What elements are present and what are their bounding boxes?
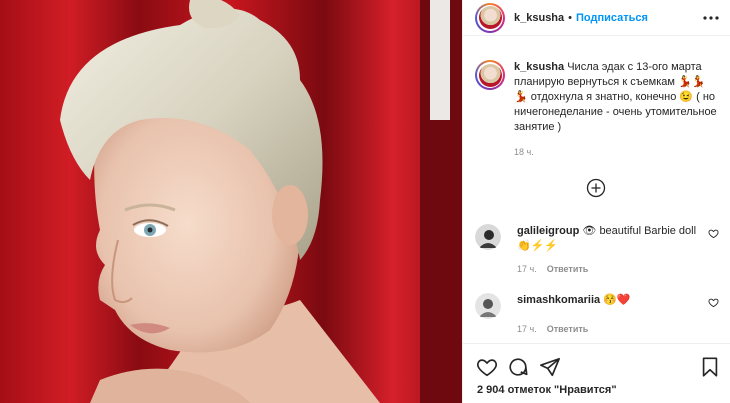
- comment-time: 17 ч.: [517, 324, 537, 334]
- post-photo[interactable]: [0, 0, 462, 403]
- bookmark-icon[interactable]: [699, 356, 721, 378]
- post-caption: k_ksusha Числа эдак с 13-ого марта плани…: [475, 60, 719, 160]
- author-username[interactable]: k_ksusha: [514, 12, 564, 24]
- caption-timestamp[interactable]: 18 ч.: [514, 145, 719, 160]
- load-more-comments-button[interactable]: [586, 178, 606, 198]
- comment-text: beautiful Barbie doll: [599, 225, 697, 237]
- caption-text: k_ksusha Числа эдак с 13-ого марта плани…: [514, 60, 719, 160]
- comment-like-icon[interactable]: [708, 228, 719, 239]
- reply-button[interactable]: Ответить: [547, 262, 589, 277]
- caption-username[interactable]: k_ksusha: [514, 61, 564, 73]
- commenter-avatar[interactable]: [475, 293, 501, 319]
- post-side-panel: k_ksusha • Подписаться k_ksusha Числа эд…: [462, 0, 730, 403]
- follow-button[interactable]: Подписаться: [576, 12, 648, 24]
- reply-button[interactable]: Ответить: [547, 322, 589, 337]
- comment-item: simashkomariia 😚❤️ 17 ч. Ответить: [475, 293, 719, 337]
- wink-emoji: 😉: [679, 91, 694, 103]
- post-actions: 2 904 отметок "Нравится": [463, 343, 730, 403]
- comment-like-icon[interactable]: [708, 297, 719, 308]
- comment-icon[interactable]: [507, 356, 529, 378]
- comment-username[interactable]: galileigroup: [517, 225, 579, 237]
- eye-emoji: 👁: [582, 225, 597, 237]
- caption-line-2: отдохнула я знатно, конечно: [530, 91, 677, 103]
- author-avatar[interactable]: [475, 2, 505, 33]
- share-icon[interactable]: [539, 356, 561, 378]
- clap-emoji: 👏: [517, 240, 531, 252]
- comment-item: galileigroup 👁 beautiful Barbie doll 👏⚡⚡…: [475, 224, 719, 277]
- comment-username[interactable]: simashkomariia: [517, 294, 600, 306]
- heart-icon[interactable]: [476, 356, 498, 378]
- comment-time: 17 ч.: [517, 264, 537, 274]
- comment-body: galileigroup 👁 beautiful Barbie doll 👏⚡⚡…: [517, 224, 707, 277]
- post-header: k_ksusha • Подписаться: [463, 0, 730, 36]
- woman-emoji-2: 💃: [514, 91, 528, 103]
- woman-emoji: 💃💃: [678, 76, 706, 88]
- bolt-emoji: ⚡⚡: [530, 240, 559, 252]
- more-icon[interactable]: [703, 10, 719, 26]
- add-comment-icon: [586, 178, 606, 198]
- commenter-avatar[interactable]: [475, 224, 501, 250]
- comment-body: simashkomariia 😚❤️ 17 ч. Ответить: [517, 293, 707, 337]
- separator-dot: •: [568, 11, 573, 24]
- likes-count[interactable]: 2 904 отметок "Нравится": [477, 384, 617, 396]
- portrait-image: [0, 0, 462, 403]
- kiss-heart-emoji: 😚❤️: [603, 294, 631, 306]
- caption-avatar[interactable]: [475, 60, 505, 90]
